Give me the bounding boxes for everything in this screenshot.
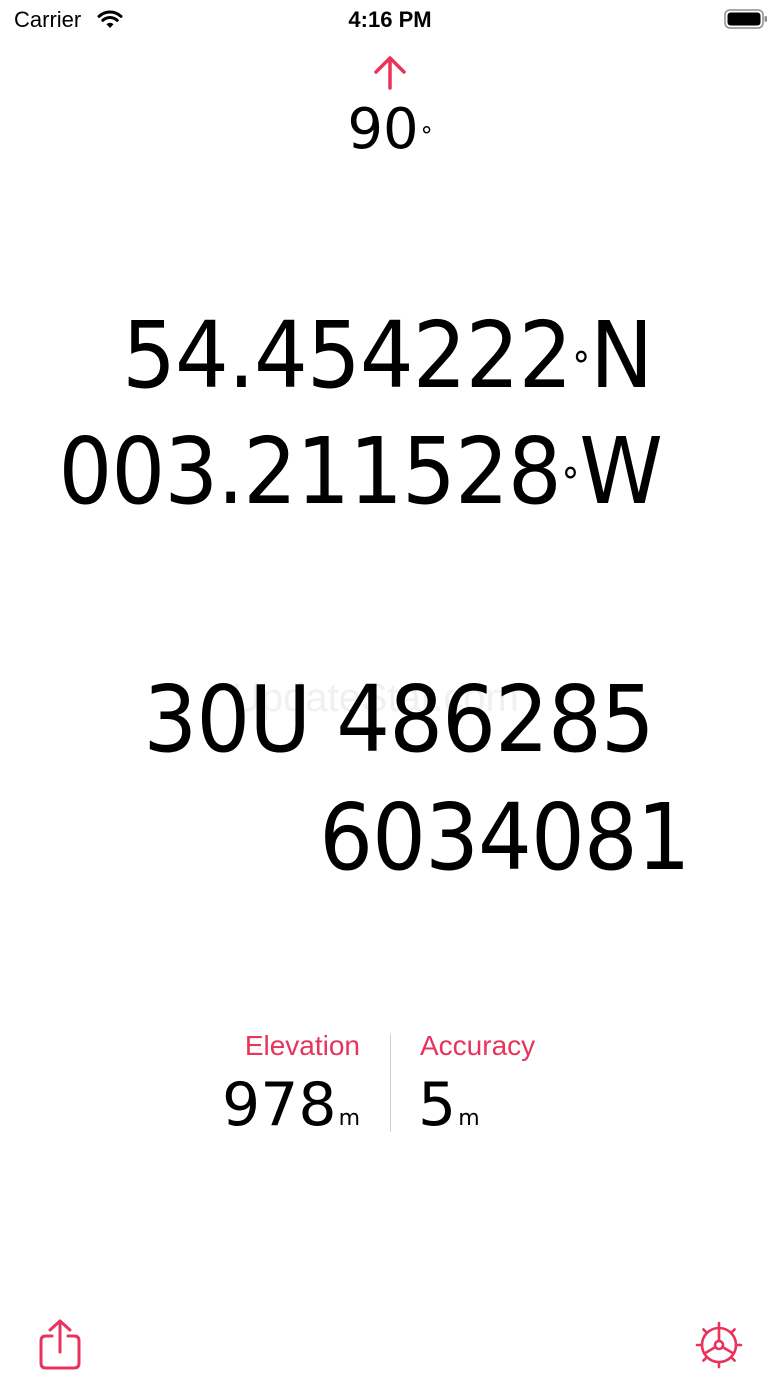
heading-value: 90°: [0, 98, 780, 162]
battery-icon: [724, 9, 767, 29]
longitude-number: 003.211528: [58, 418, 561, 525]
heading-indicator: 90°: [0, 52, 780, 162]
longitude-value: 003.211528°W: [58, 422, 662, 522]
accuracy-value: 5m: [418, 1070, 480, 1154]
heading-degree-symbol: °: [420, 122, 433, 150]
latitude-hemisphere: N: [589, 302, 653, 409]
utm-northing: 6034081: [319, 784, 690, 891]
longitude-hemisphere: W: [579, 418, 663, 525]
utm-zone-easting: 30U 486285: [143, 666, 655, 773]
stats-divider: [390, 1034, 391, 1132]
elevation-value: 978m: [222, 1070, 360, 1154]
accuracy-unit: m: [458, 1106, 480, 1131]
elevation-number: 978: [222, 1070, 337, 1140]
accuracy-number: 5: [418, 1070, 457, 1140]
stats-panel: Elevation 978m Accuracy 5m: [0, 1030, 780, 1140]
share-icon[interactable]: [36, 1318, 84, 1370]
settings-icon[interactable]: [694, 1320, 744, 1370]
status-time: 4:16 PM: [348, 7, 432, 32]
up-arrow-icon: [374, 56, 406, 90]
heading-degrees: 90: [347, 97, 419, 162]
latitude-number: 54.454222: [121, 302, 572, 409]
latitude-degree-symbol: °: [572, 344, 589, 388]
accuracy-label: Accuracy: [420, 1030, 536, 1061]
latitude-value: 54.454222°N: [122, 306, 653, 406]
elevation-unit: m: [338, 1106, 360, 1131]
elevation-label: Elevation: [244, 1030, 360, 1061]
status-bar: Carrier 4:16 PM: [0, 0, 780, 40]
longitude-degree-symbol: °: [561, 460, 579, 504]
